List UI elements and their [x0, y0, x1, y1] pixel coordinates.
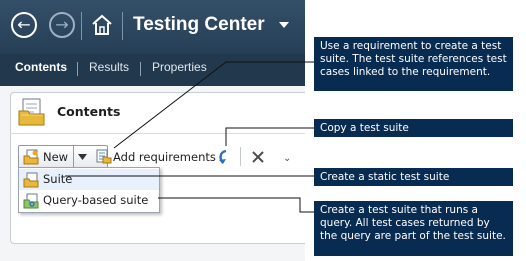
tab-properties[interactable]: Properties	[152, 60, 207, 74]
forward-arrow-icon[interactable]: →	[49, 12, 75, 38]
static-suite-icon	[23, 172, 39, 188]
copy-suite-arrow-icon[interactable]	[216, 149, 232, 165]
new-button[interactable]: New	[18, 145, 108, 169]
menu-item-label: Query-based suite	[43, 193, 149, 207]
menu-item-suite[interactable]: Suite	[19, 169, 159, 190]
menu-item-query-based-suite[interactable]: Query-based suite	[19, 190, 159, 211]
page-title: Testing Center	[133, 14, 265, 35]
new-dropdown-menu: Suite Query-based suite	[18, 167, 160, 213]
tab-separator	[77, 62, 78, 76]
title-separator	[122, 12, 123, 40]
callout-requirement: Use a requirement to create a test suite…	[314, 37, 513, 91]
delete-x-icon[interactable]	[250, 149, 266, 165]
testing-center-window: ← → Testing Center Contents Results Prop…	[0, 0, 305, 261]
home-icon[interactable]	[91, 13, 113, 37]
tab-separator	[140, 62, 141, 76]
add-requirements-button[interactable]: Add requirements	[113, 150, 216, 164]
callout-static: Create a static test suite	[314, 168, 513, 186]
chevron-down-icon[interactable]	[78, 154, 87, 160]
divider	[10, 133, 305, 134]
test-plan-folder-icon	[18, 98, 45, 126]
title-bar: ← → Testing Center	[0, 0, 305, 54]
query-suite-icon	[23, 193, 39, 209]
title-separator	[81, 12, 82, 40]
tab-results[interactable]: Results	[89, 60, 129, 74]
toolbar-separator	[240, 147, 241, 166]
tab-strip: Contents Results Properties	[0, 54, 305, 86]
callout-query: Create a test suite that runs a query. A…	[314, 201, 513, 256]
toolbar: New Add requirements ⌄	[18, 145, 305, 169]
back-arrow-icon[interactable]: ←	[11, 12, 37, 38]
chevron-down-icon[interactable]	[278, 21, 290, 29]
tab-contents[interactable]: Contents	[15, 60, 67, 74]
new-button-label: New	[43, 150, 69, 164]
requirements-icon[interactable]	[96, 148, 112, 164]
callout-copy: Copy a test suite	[314, 119, 513, 137]
overflow-icon[interactable]: ⌄	[283, 153, 291, 164]
split-divider	[73, 146, 74, 168]
panel-title: Contents	[57, 104, 121, 119]
test-suite-icon	[23, 149, 39, 165]
menu-item-label: Suite	[43, 172, 73, 186]
